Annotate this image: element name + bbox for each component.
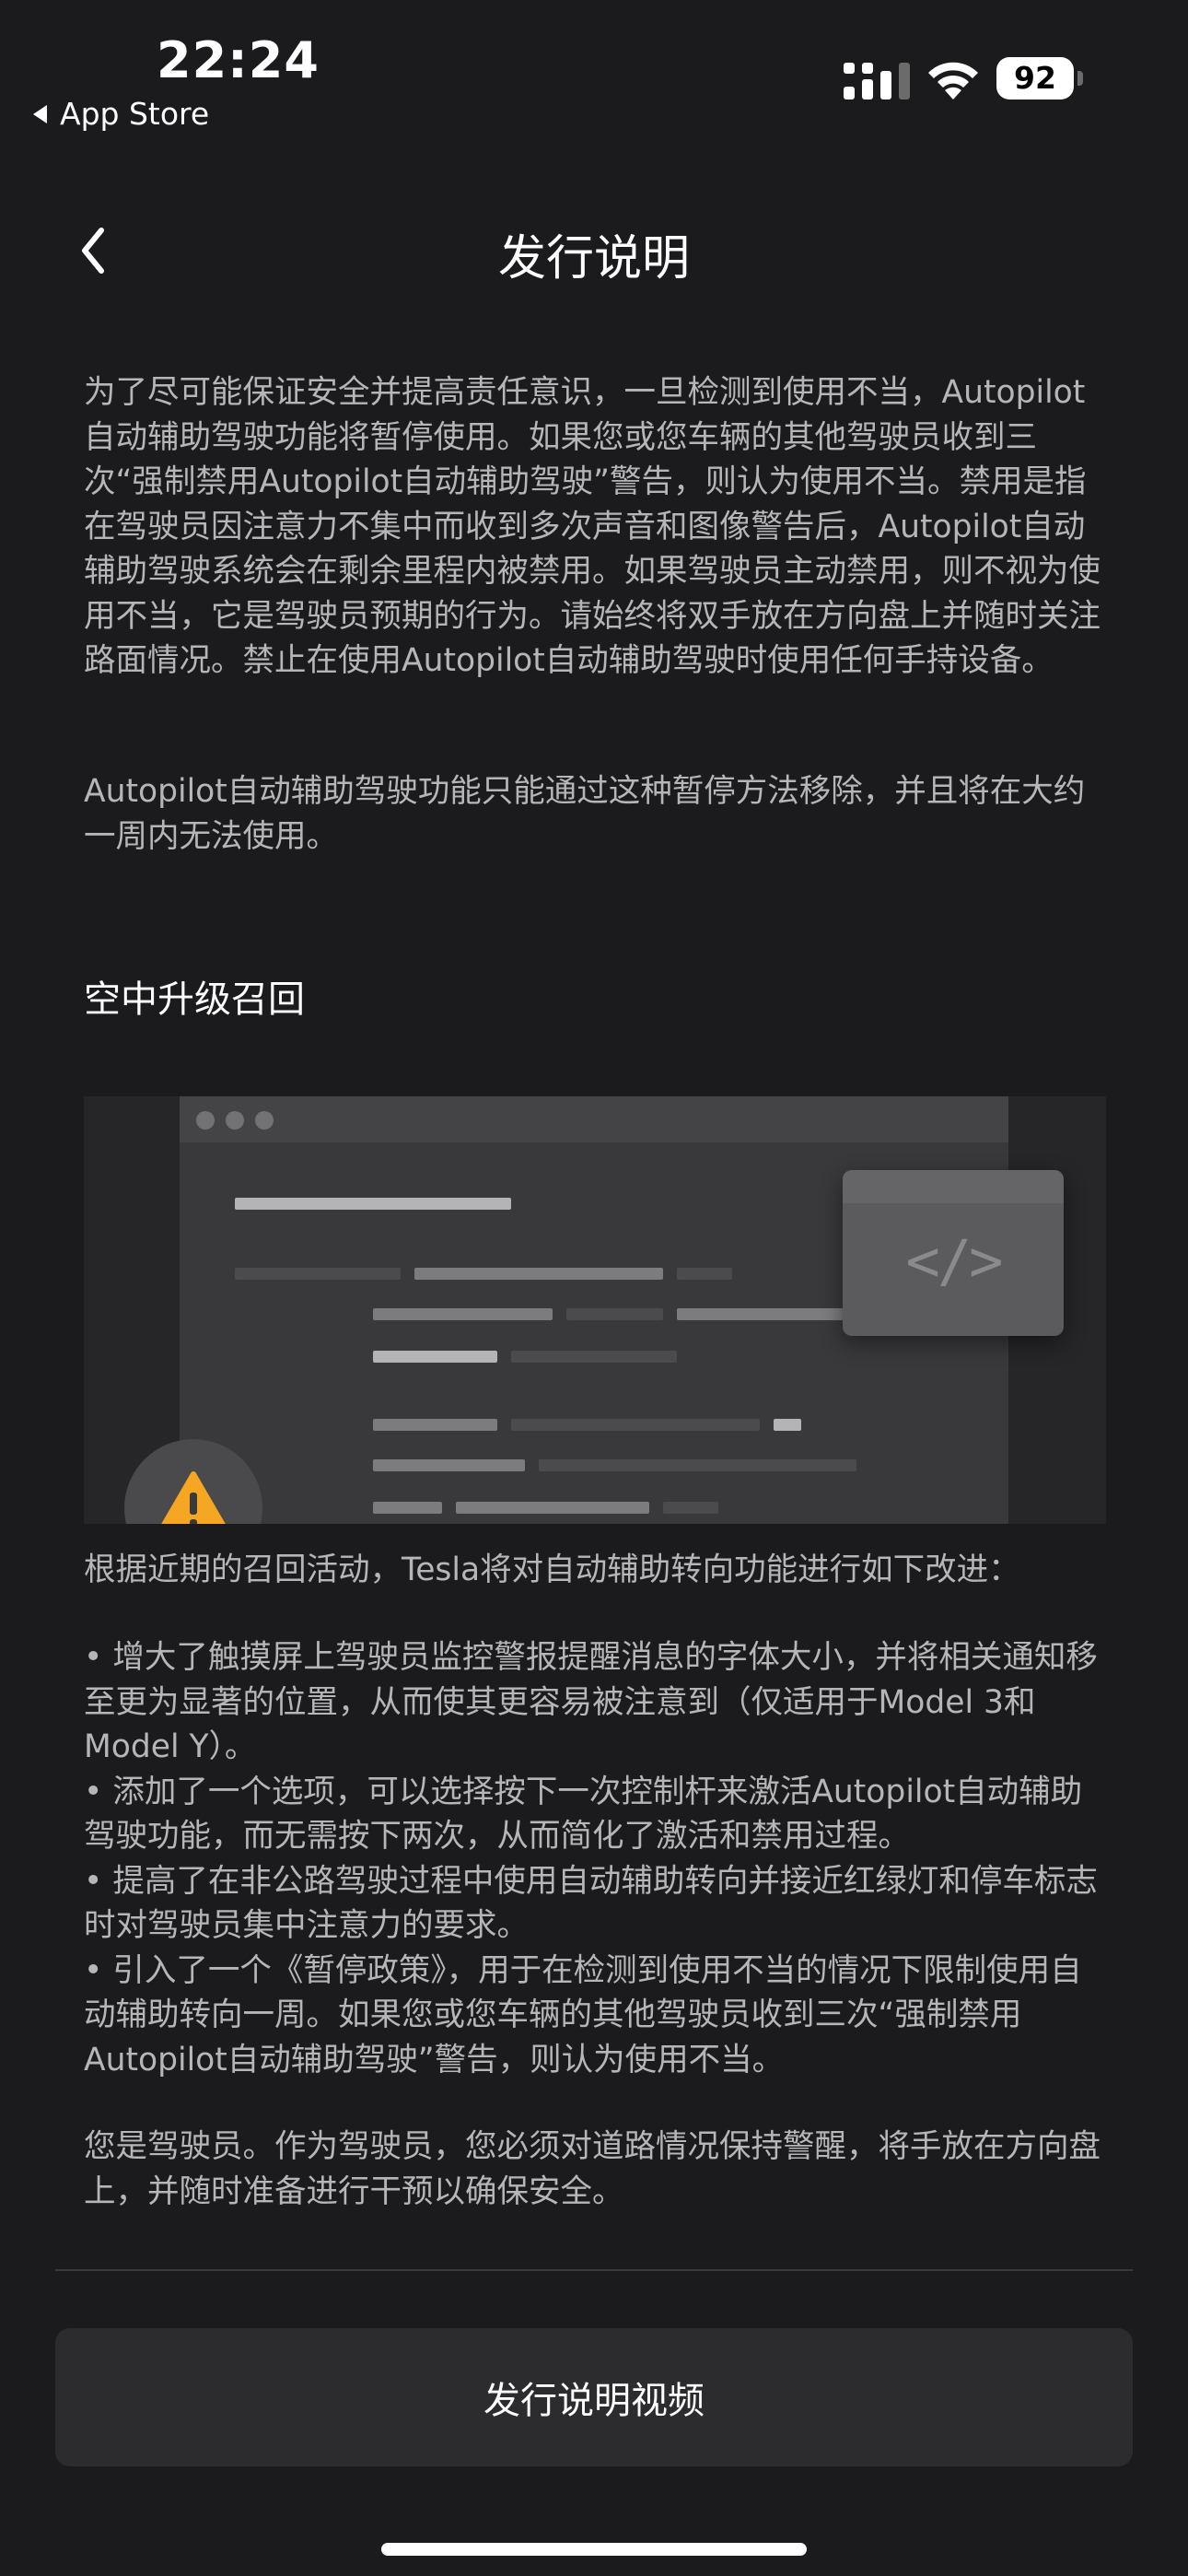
page-title: 发行说明 bbox=[497, 231, 690, 287]
release-notes-video-button[interactable]: 发行说明视频 bbox=[55, 2328, 1133, 2466]
placeholder-line bbox=[373, 1308, 553, 1320]
battery-icon: 92 bbox=[996, 57, 1085, 100]
status-time: 22:24 bbox=[157, 31, 320, 89]
illustration-window-bar bbox=[180, 1096, 1008, 1142]
back-triangle-icon bbox=[33, 104, 47, 123]
window-dot bbox=[226, 1111, 244, 1130]
placeholder-line bbox=[677, 1308, 861, 1320]
back-app-label: App Store bbox=[60, 96, 210, 132]
placeholder-line bbox=[456, 1502, 649, 1514]
list-item: • 增大了触摸屏上驾驶员监控警报提醒消息的字体大小，并将相关通知移至更为显著的位… bbox=[84, 1639, 1098, 1765]
placeholder-line bbox=[235, 1268, 401, 1280]
placeholder-line bbox=[235, 1198, 511, 1210]
closing-paragraph: 您是驾驶员。作为驾驶员，您必须对道路情况保持警醒，将手放在方向盘上，并随时准备进… bbox=[84, 2128, 1101, 2210]
divider bbox=[55, 2269, 1133, 2271]
intro-paragraph-2: Autopilot自动辅助驾驶功能只能通过这种暂停方法移除，并且将在大约一周内无… bbox=[84, 773, 1086, 855]
back-to-app-store-link[interactable]: App Store bbox=[33, 96, 209, 132]
code-icon: </> bbox=[843, 1170, 1064, 1336]
placeholder-line bbox=[511, 1419, 760, 1431]
window-dot bbox=[255, 1111, 274, 1130]
placeholder-line bbox=[511, 1351, 677, 1363]
improvement-list: • 增大了触摸屏上驾驶员监控警报提醒消息的字体大小，并将相关通知移至更为显著的位… bbox=[84, 1635, 1106, 2082]
section-title: 空中升级召回 bbox=[84, 978, 305, 1021]
placeholder-line bbox=[414, 1268, 663, 1280]
placeholder-line bbox=[373, 1502, 442, 1514]
battery-level: 92 bbox=[996, 57, 1074, 100]
placeholder-line bbox=[566, 1308, 663, 1320]
placeholder-line bbox=[774, 1419, 801, 1431]
home-indicator[interactable] bbox=[381, 2543, 807, 2556]
placeholder-line bbox=[373, 1419, 497, 1431]
list-item: • 添加了一个选项，可以选择按下一次控制杆来激活Autopilot自动辅助驾驶功… bbox=[84, 1773, 1083, 1856]
placeholder-line bbox=[373, 1351, 497, 1363]
battery-nub bbox=[1077, 71, 1083, 86]
list-item: • 引入了一个《暂停政策》，用于在检测到使用不当的情况下限制使用自动辅助转向一周… bbox=[84, 1951, 1082, 2078]
window-dot bbox=[196, 1111, 215, 1130]
placeholder-line bbox=[373, 1459, 525, 1471]
placeholder-line bbox=[677, 1268, 732, 1280]
warning-icon bbox=[161, 1471, 226, 1524]
list-item: • 提高了在非公路驾驶过程中使用自动辅助转向并接近红绿灯和停车标志时对驾驶员集中… bbox=[84, 1862, 1098, 1945]
placeholder-line bbox=[539, 1459, 856, 1471]
ota-recall-illustration: </> bbox=[84, 1096, 1106, 1524]
code-glyph: </> bbox=[905, 1227, 1004, 1294]
intro-paragraph-1: 为了尽可能保证安全并提高责任意识，一旦检测到使用不当，Autopilot自动辅助… bbox=[84, 374, 1101, 679]
recall-lead-text: 根据近期的召回活动，Tesla将对自动辅助转向功能进行如下改进： bbox=[84, 1551, 1020, 1588]
placeholder-line bbox=[663, 1502, 718, 1514]
status-bar: 22:24 App Store 92 bbox=[0, 0, 1188, 138]
code-card-bar bbox=[843, 1170, 1064, 1203]
signal-icon bbox=[844, 63, 910, 100]
wifi-icon bbox=[928, 62, 978, 100]
